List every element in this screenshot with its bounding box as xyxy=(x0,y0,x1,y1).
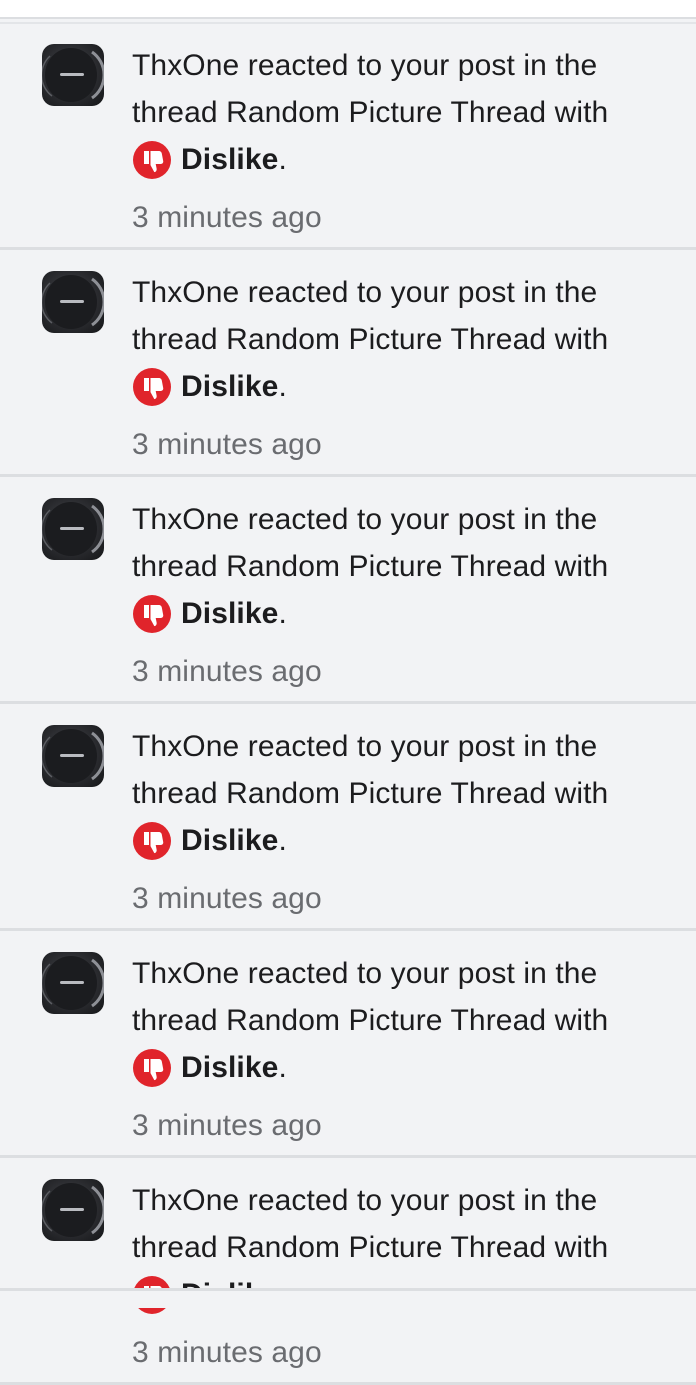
notification-text: ThxOne reacted to your post in the threa… xyxy=(132,723,692,922)
notification-line-1[interactable]: ThxOne reacted to your post in the xyxy=(132,950,692,997)
notification-line-2[interactable]: thread Random Picture Thread with xyxy=(132,770,692,817)
notification-line-1[interactable]: ThxOne reacted to your post in the xyxy=(132,1177,692,1224)
notification-text: ThxOne reacted to your post in the threa… xyxy=(132,269,692,468)
notification-text: ThxOne reacted to your post in the threa… xyxy=(132,496,692,695)
avatar-icon xyxy=(42,729,104,783)
reaction-suffix: . xyxy=(278,1051,287,1084)
notification-line-2[interactable]: thread Random Picture Thread with xyxy=(132,1224,692,1271)
avatar-icon xyxy=(42,1183,104,1237)
notification-line-2[interactable]: thread Random Picture Thread with xyxy=(132,997,692,1044)
reaction-label: Dislike xyxy=(181,1051,279,1084)
notification-item[interactable]: ThxOne reacted to your post in the threa… xyxy=(0,250,696,477)
notification-line-1[interactable]: ThxOne reacted to your post in the xyxy=(132,42,692,89)
avatar-icon xyxy=(42,956,104,1010)
timestamp: 3 minutes ago xyxy=(132,427,322,461)
notification-line-2[interactable]: thread Random Picture Thread with xyxy=(132,316,692,363)
reaction: Dislike. xyxy=(132,363,287,410)
notification-line-2[interactable]: thread Random Picture Thread with xyxy=(132,543,692,590)
notification-line-1[interactable]: ThxOne reacted to your post in the xyxy=(132,496,692,543)
avatar-icon xyxy=(42,502,104,556)
user-avatar[interactable] xyxy=(42,498,104,560)
reaction-label: Dislike xyxy=(181,824,279,857)
thumbs-down-icon xyxy=(132,1048,172,1088)
bottom-edge xyxy=(0,1288,696,1308)
reaction: Dislike. xyxy=(132,136,287,183)
reaction: Dislike. xyxy=(132,590,287,637)
top-header-strip xyxy=(0,0,696,24)
notification-item[interactable]: ThxOne reacted to your post in the threa… xyxy=(0,1158,696,1385)
timestamp: 3 minutes ago xyxy=(132,881,322,915)
user-avatar[interactable] xyxy=(42,271,104,333)
notification-text: ThxOne reacted to your post in the threa… xyxy=(132,42,692,241)
user-avatar[interactable] xyxy=(42,952,104,1014)
notification-item[interactable]: ThxOne reacted to your post in the threa… xyxy=(0,931,696,1158)
user-avatar[interactable] xyxy=(42,1179,104,1241)
thumbs-down-icon xyxy=(132,367,172,407)
reaction: Dislike. xyxy=(132,817,287,864)
timestamp: 3 minutes ago xyxy=(132,1335,322,1369)
user-avatar[interactable] xyxy=(42,44,104,106)
notification-line-1[interactable]: ThxOne reacted to your post in the xyxy=(132,269,692,316)
reaction-suffix: . xyxy=(278,143,287,176)
notification-text: ThxOne reacted to your post in the threa… xyxy=(132,1177,692,1376)
reaction-label: Dislike xyxy=(181,143,279,176)
reaction-label: Dislike xyxy=(181,370,279,403)
thumbs-down-icon xyxy=(132,821,172,861)
notification-item[interactable]: ThxOne reacted to your post in the threa… xyxy=(0,704,696,931)
reaction-suffix: . xyxy=(278,370,287,403)
thumbs-down-icon xyxy=(132,140,172,180)
notification-line-1[interactable]: ThxOne reacted to your post in the xyxy=(132,723,692,770)
avatar-icon xyxy=(42,48,104,102)
user-avatar[interactable] xyxy=(42,725,104,787)
reaction: Dislike. xyxy=(132,1044,287,1091)
timestamp: 3 minutes ago xyxy=(132,200,322,234)
avatar-icon xyxy=(42,275,104,329)
notification-text: ThxOne reacted to your post in the threa… xyxy=(132,950,692,1149)
reaction-suffix: . xyxy=(278,824,287,857)
notification-item[interactable]: ThxOne reacted to your post in the threa… xyxy=(0,477,696,704)
notification-line-2[interactable]: thread Random Picture Thread with xyxy=(132,89,692,136)
notification-item[interactable]: ThxOne reacted to your post in the threa… xyxy=(0,23,696,250)
notification-list: ThxOne reacted to your post in the threa… xyxy=(0,23,696,1385)
thumbs-down-icon xyxy=(132,594,172,634)
reaction-suffix: . xyxy=(278,597,287,630)
timestamp: 3 minutes ago xyxy=(132,654,322,688)
reaction-label: Dislike xyxy=(181,597,279,630)
timestamp: 3 minutes ago xyxy=(132,1108,322,1142)
